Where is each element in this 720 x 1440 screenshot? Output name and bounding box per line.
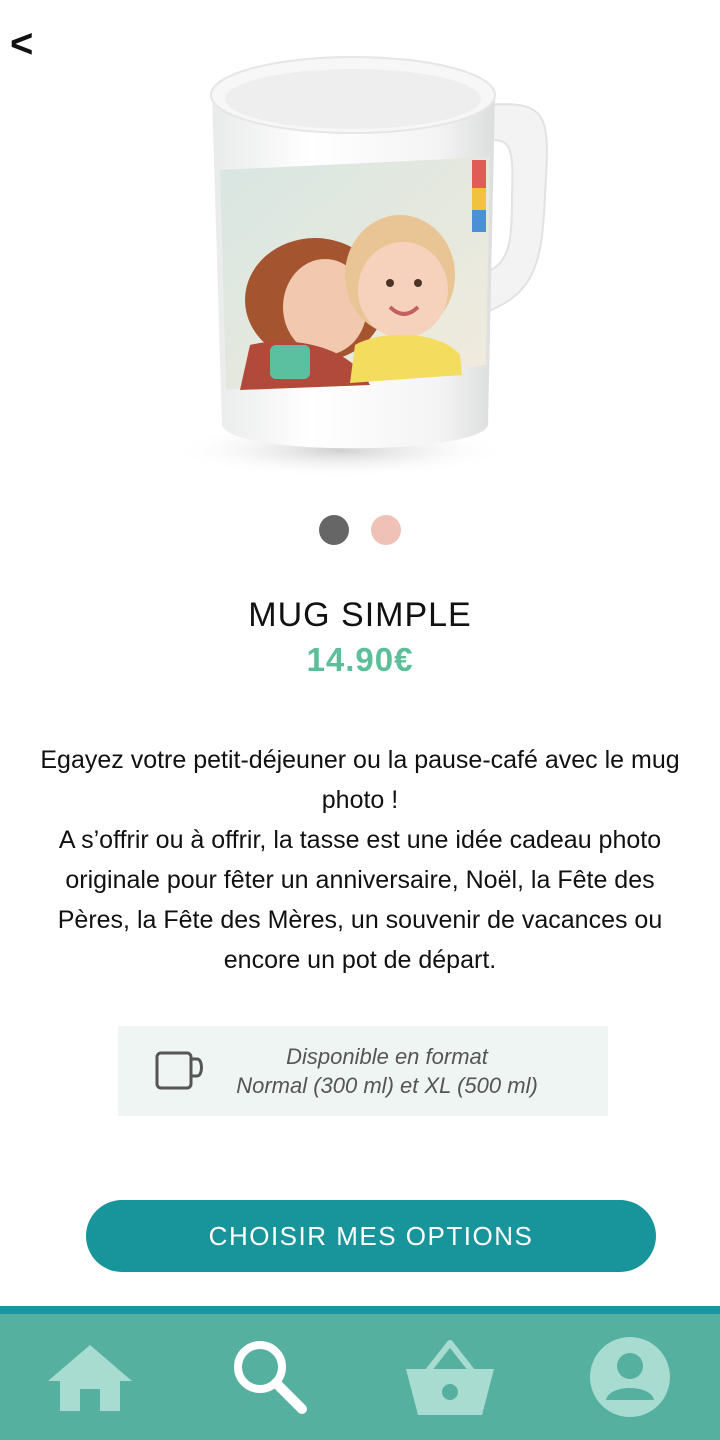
description-paragraph-1: Egayez votre petit-déjeuner ou la pause-… [40, 746, 680, 814]
format-text: Disponible en format Normal (300 ml) et … [206, 1042, 568, 1100]
mug-photo-illustration [170, 56, 548, 478]
product-image [150, 45, 570, 485]
nav-home[interactable] [40, 1327, 140, 1427]
basket-icon [406, 1340, 494, 1415]
mug-icon [155, 1051, 203, 1090]
nav-divider [0, 1306, 720, 1314]
home-icon [48, 1345, 132, 1411]
nav-search[interactable] [220, 1327, 320, 1427]
back-button[interactable]: < [10, 22, 50, 66]
account-icon [590, 1337, 670, 1417]
choose-options-button[interactable]: CHOISIR MES OPTIONS [86, 1200, 656, 1272]
carousel-dot-2[interactable] [371, 515, 401, 545]
search-icon [234, 1341, 307, 1414]
format-line-1: Disponible en format [286, 1044, 488, 1069]
format-line-2: Normal (300 ml) et XL (500 ml) [236, 1073, 538, 1098]
nav-basket[interactable] [400, 1327, 500, 1427]
format-info-box: Disponible en format Normal (300 ml) et … [118, 1026, 608, 1116]
product-description: Egayez votre petit-déjeuner ou la pause-… [40, 740, 680, 980]
bottom-nav [0, 1314, 720, 1440]
product-title: MUG SIMPLE [248, 596, 472, 634]
description-paragraph-2: A s’offrir ou à offrir, la tasse est une… [57, 826, 663, 974]
carousel-dot-1[interactable] [319, 515, 349, 545]
product-header: MUG SIMPLE 14.90€ [0, 590, 720, 679]
carousel-dots [0, 515, 720, 545]
product-price: 14.90€ [306, 641, 414, 678]
nav-account[interactable] [580, 1327, 680, 1427]
